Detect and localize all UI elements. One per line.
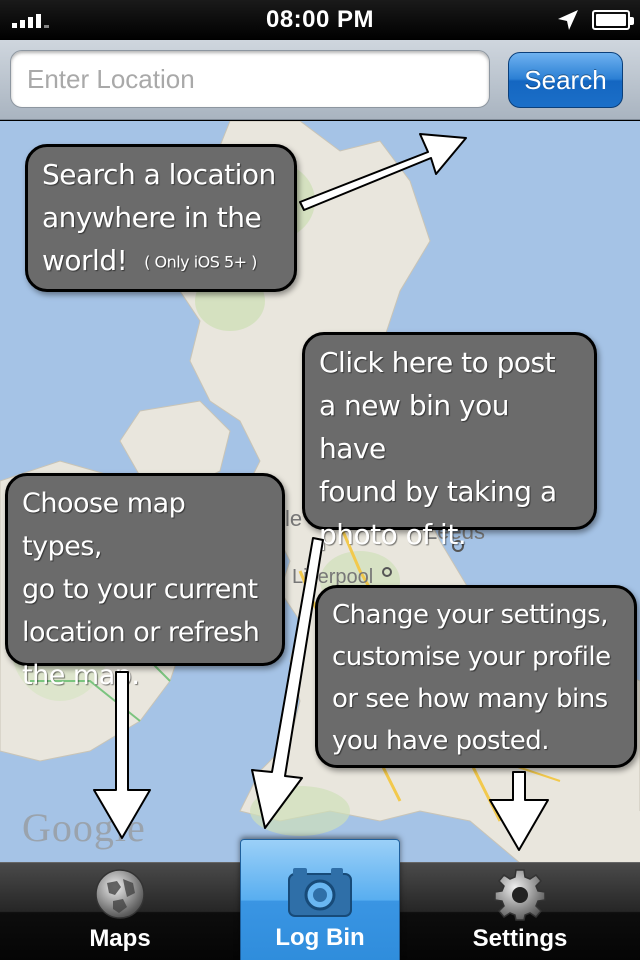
callout-log-line: Click here to post <box>319 346 556 379</box>
search-button[interactable]: Search <box>508 52 623 108</box>
callout-settings: Change your settings, customise your pro… <box>315 585 637 768</box>
callout-search-line-text: world! <box>42 244 128 277</box>
tab-log-bin-label: Log Bin <box>275 924 365 951</box>
location-arrow-icon <box>558 10 578 30</box>
tab-log-bin[interactable]: Log Bin <box>240 839 400 960</box>
callout-log-bin: Click here to post a new bin you have fo… <box>302 332 597 551</box>
callout-log-line: photo of it. <box>319 518 467 551</box>
callout-maps-line: location or refresh <box>22 617 260 648</box>
location-search-input[interactable] <box>10 50 490 108</box>
search-bar: Search <box>0 40 640 120</box>
globe-icon <box>95 869 145 919</box>
callout-settings-line: customise your profile <box>332 642 611 672</box>
callout-settings-line: Change your settings, <box>332 600 608 630</box>
callout-search-line: world! ( Only iOS 5+ ) <box>42 239 280 284</box>
tab-settings-label: Settings <box>472 925 568 952</box>
tab-maps[interactable]: Maps <box>60 863 180 960</box>
callout-search-line: Search a location <box>42 158 276 191</box>
status-bar: 08:00 PM <box>0 0 640 40</box>
callout-settings-line: or see how many bins <box>332 684 608 714</box>
tab-settings[interactable]: Settings <box>460 863 580 960</box>
status-time: 08:00 PM <box>265 6 375 33</box>
callout-maps-line: go to your current <box>22 574 258 605</box>
callout-maps-line: the map. <box>22 660 140 691</box>
tab-bar: Maps Log Bin Settings <box>0 839 640 960</box>
callout-settings-line: you have posted. <box>332 726 550 756</box>
tab-maps-label: Maps <box>89 925 151 952</box>
callout-log-line: a new bin you have <box>319 389 509 465</box>
camera-icon <box>288 868 352 917</box>
battery-icon <box>592 10 634 30</box>
callout-search-line: anywhere in the <box>42 201 262 234</box>
google-logo: Google <box>22 805 146 850</box>
callout-maps: Choose map types, go to your current loc… <box>5 473 285 691</box>
gear-icon <box>494 869 546 921</box>
map-label-partial: le <box>285 506 303 531</box>
signal-strength-icon <box>12 12 49 28</box>
callout-maps-line: Choose map types, <box>22 488 186 562</box>
callout-log-line: found by taking a <box>319 475 557 508</box>
ios-note: ( Only iOS 5+ ) <box>144 252 257 272</box>
callout-search: Search a location anywhere in the world!… <box>25 144 297 292</box>
